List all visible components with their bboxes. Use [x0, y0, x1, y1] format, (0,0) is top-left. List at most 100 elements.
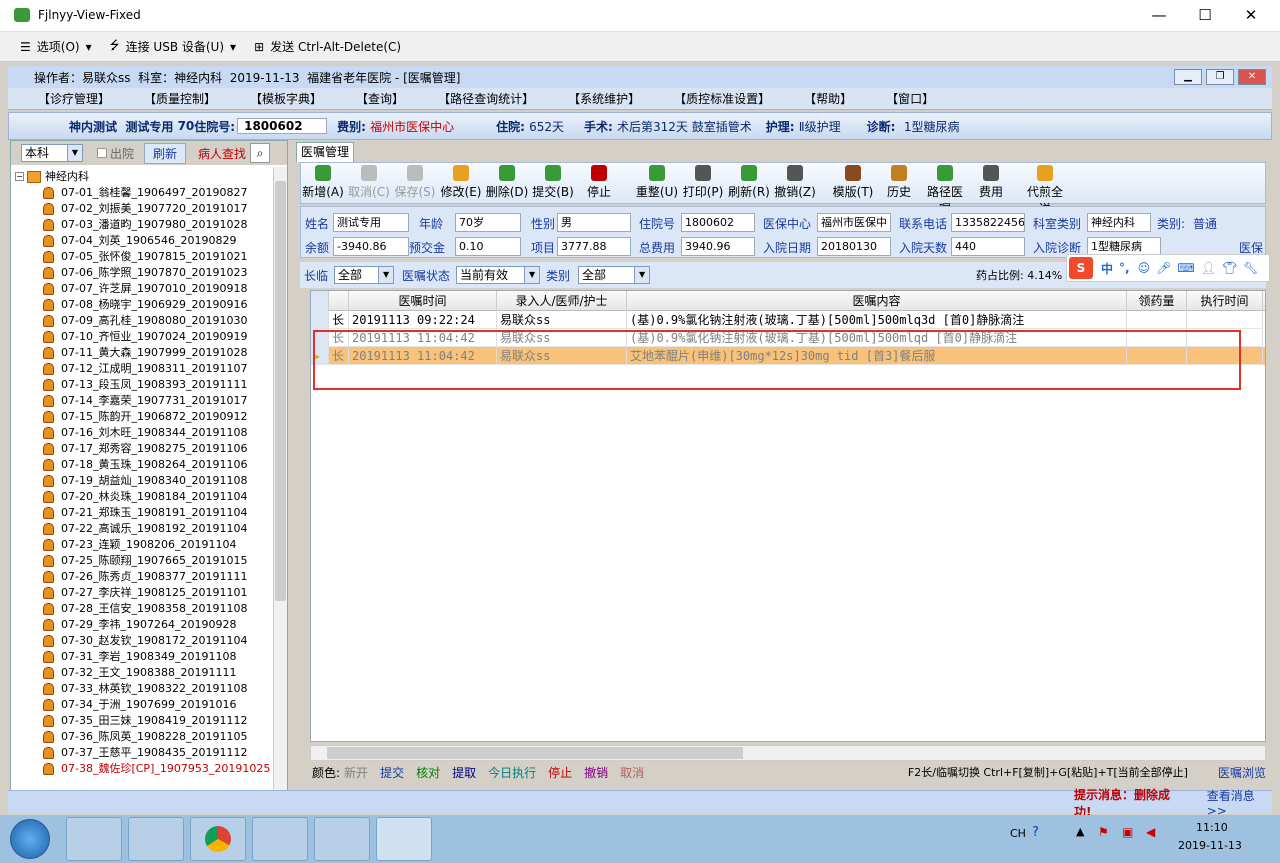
his-taskbar-icon[interactable] — [376, 817, 432, 861]
tree-patient[interactable]: 07-11_黄大森_1907999_20191028 — [13, 345, 271, 361]
toolbar-button[interactable]: 停止 — [577, 163, 621, 203]
tree-patient[interactable]: 07-14_李嘉荣_1907731_20191017 — [13, 393, 271, 409]
toolbar-button[interactable]: 删除(D) — [485, 163, 529, 203]
discharge-checkbox[interactable] — [97, 148, 107, 158]
menu-item[interactable]: 【帮助】 — [804, 90, 852, 107]
tree-patient[interactable]: 07-21_郑珠玉_1908191_20191104 — [13, 505, 271, 521]
maximize-button[interactable]: ☐ — [1182, 0, 1228, 32]
menu-item[interactable]: 【系统维护】 — [568, 90, 640, 107]
tree-patient[interactable]: 07-37_王慈平_1908435_20191112 — [13, 745, 271, 761]
tree-scrollbar[interactable] — [273, 167, 287, 811]
tree-patient[interactable]: 07-13_段玉凤_1908393_20191111 — [13, 377, 271, 393]
header-exec[interactable]: 执行时间 — [1187, 291, 1263, 311]
toolbar-button[interactable]: 路径医嘱 — [923, 163, 967, 216]
tree-patient[interactable]: 07-03_潘道畇_1907980_20191028 — [13, 217, 271, 233]
flag-icon[interactable]: ⚑ — [1098, 825, 1109, 839]
toolbar-button[interactable]: 撤销(Z) — [773, 163, 817, 203]
toolbar-button[interactable]: 费用 — [969, 163, 1013, 203]
header-who[interactable]: 录入人/医师/护士 — [497, 291, 627, 311]
ime-cn[interactable]: 中 — [1101, 260, 1113, 277]
tree-patient[interactable]: 07-20_林炎珠_1908184_20191104 — [13, 489, 271, 505]
tree-patient[interactable]: 07-25_陈颐翔_1907665_20191015 — [13, 553, 271, 569]
sogou-taskbar-icon[interactable] — [314, 817, 370, 861]
toolbar-button[interactable]: 修改(E) — [439, 163, 483, 203]
emoji-icon[interactable]: ☺ — [1138, 261, 1151, 275]
toolbar-button[interactable]: 取消(C) — [347, 163, 391, 203]
mic-icon[interactable]: 🎤︎ — [1156, 261, 1171, 275]
dept-select[interactable]: 本科 ▼ — [21, 144, 83, 162]
tray-lang[interactable]: CH — [1010, 827, 1026, 840]
toolbar-button[interactable]: 刷新(R) — [727, 163, 771, 203]
chrome-taskbar-icon[interactable] — [190, 817, 246, 861]
tray-expand-icon[interactable]: ▲ — [1076, 825, 1084, 838]
tree-patient[interactable]: 07-01_翁桂馨_1906497_20190827 — [13, 185, 271, 201]
toolbar-button[interactable]: 重整(U) — [635, 163, 679, 203]
menu-item[interactable]: 【模板字典】 — [250, 90, 322, 107]
app-minimize-button[interactable]: ▁ — [1174, 69, 1202, 85]
hscroll-thumb[interactable] — [327, 747, 743, 759]
tree-patient[interactable]: 07-30_赵发钦_1908172_20191104 — [13, 633, 271, 649]
start-button[interactable] — [10, 819, 50, 859]
menu-item[interactable]: 【窗口】 — [886, 90, 934, 107]
tree-patient[interactable]: 07-07_许芝屏_1907010_20190918 — [13, 281, 271, 297]
tree-patient[interactable]: 07-06_陈学照_1907870_20191023 — [13, 265, 271, 281]
tree-patient[interactable]: 07-19_胡益灿_1908340_20191108 — [13, 473, 271, 489]
toolbar-button[interactable]: 提交(B) — [531, 163, 575, 203]
app-close-button[interactable]: ✕ — [1238, 69, 1266, 85]
toolbar-button[interactable]: 新增(A) — [301, 163, 345, 203]
tree-patient[interactable]: 07-22_高诚乐_1908192_20191104 — [13, 521, 271, 537]
find-patient-button[interactable]: 病人查找 — [198, 145, 246, 162]
toolbar-button[interactable]: 保存(S) — [393, 163, 437, 203]
view-messages-link[interactable]: 查看消息>> — [1207, 787, 1272, 818]
tree-patient[interactable]: 07-18_黄玉珠_1908264_20191106 — [13, 457, 271, 473]
tree-patient[interactable]: 07-27_李庆祥_1908125_20191101 — [13, 585, 271, 601]
status-select[interactable]: 当前有效 ▼ — [456, 266, 541, 284]
minimize-button[interactable]: — — [1136, 0, 1182, 32]
tree-patient[interactable]: 07-08_杨晓宇_1906929_20190916 — [13, 297, 271, 313]
menu-item[interactable]: 【诊疗管理】 — [38, 90, 110, 107]
menu-item[interactable]: 【质量控制】 — [144, 90, 216, 107]
user-icon[interactable]: 👤︎ — [1201, 261, 1216, 275]
tree-patient[interactable]: 07-12_江成明_1908311_20191107 — [13, 361, 271, 377]
toolbar-button[interactable]: 打印(P) — [681, 163, 725, 203]
shirt-icon[interactable]: 👕︎ — [1222, 261, 1237, 275]
class-select[interactable]: 全部 ▼ — [578, 266, 651, 284]
tree-patient[interactable]: 07-28_王信安_1908358_20191108 — [13, 601, 271, 617]
scroll-thumb[interactable] — [275, 181, 286, 601]
compass-taskbar-icon[interactable] — [252, 817, 308, 861]
volume-icon[interactable]: ◀ — [1146, 825, 1155, 839]
tree-patient[interactable]: 07-31_李岩_1908349_20191108 — [13, 649, 271, 665]
tree-patient[interactable]: 07-15_陈韵开_1906872_20190912 — [13, 409, 271, 425]
wrench-icon[interactable]: 🔧︎ — [1243, 261, 1258, 275]
browse-link[interactable]: 医嘱浏览 — [1218, 764, 1266, 781]
keyboard-icon[interactable]: ⌨ — [1177, 261, 1194, 275]
tree-patient[interactable]: 07-32_王文_1908388_20191111 — [13, 665, 271, 681]
tree-patient[interactable]: 07-29_李祎_1907264_20190928 — [13, 617, 271, 633]
tree-root[interactable]: − 神经内科 — [13, 169, 271, 185]
tree-patient[interactable]: 07-36_陈凤英_1908228_20191105 — [13, 729, 271, 745]
table-row[interactable]: 长 20191113 09:22:24 易联众ss (基)0.9%氯化钠注射液(玻璃.… — [311, 311, 1265, 329]
tree-patient[interactable]: 07-23_连颖_1908206_20191104 — [13, 537, 271, 553]
explorer-taskbar-icon[interactable] — [66, 817, 122, 861]
tree-patient[interactable]: 07-34_于洲_1907699_20191016 — [13, 697, 271, 713]
send-cad-button[interactable]: ⊞ 发送 Ctrl-Alt-Delete(C) — [254, 38, 401, 55]
tree-patient[interactable]: 07-16_刘木旺_1908344_20191108 — [13, 425, 271, 441]
type-select[interactable]: 全部 ▼ — [334, 266, 395, 284]
usb-menu[interactable]: ⭍ 连接 USB 设备(U) ▾ — [110, 36, 236, 57]
tree-patient[interactable]: 07-02_刘振美_1907720_20191017 — [13, 201, 271, 217]
tree-patient[interactable]: 07-26_陈秀贞_1908377_20191111 — [13, 569, 271, 585]
media-taskbar-icon[interactable] — [128, 817, 184, 861]
menu-item[interactable]: 【路径查询统计】 — [438, 90, 534, 107]
header-content[interactable]: 医嘱内容 — [627, 291, 1127, 311]
toolbar-button[interactable]: 历史 — [877, 163, 921, 203]
grid-hscrollbar[interactable] — [310, 745, 1266, 761]
tree-patient[interactable]: 07-04_刘英_1906546_20190829 — [13, 233, 271, 249]
ime-punct[interactable]: °, — [1119, 261, 1130, 275]
options-menu[interactable]: ☰ 选项(O) ▾ — [20, 38, 92, 55]
tree-patient[interactable]: 07-35_田三妹_1908419_20191112 — [13, 713, 271, 729]
clock-time[interactable]: 11:10 — [1196, 821, 1228, 834]
tab-orders[interactable]: 医嘱管理 — [296, 142, 354, 162]
tree-patient[interactable]: 07-33_林英钦_1908322_20191108 — [13, 681, 271, 697]
tree-patient[interactable]: 07-09_高孔桂_1908080_20191030 — [13, 313, 271, 329]
tree-patient[interactable]: 07-10_齐恒业_1907024_20190919 — [13, 329, 271, 345]
